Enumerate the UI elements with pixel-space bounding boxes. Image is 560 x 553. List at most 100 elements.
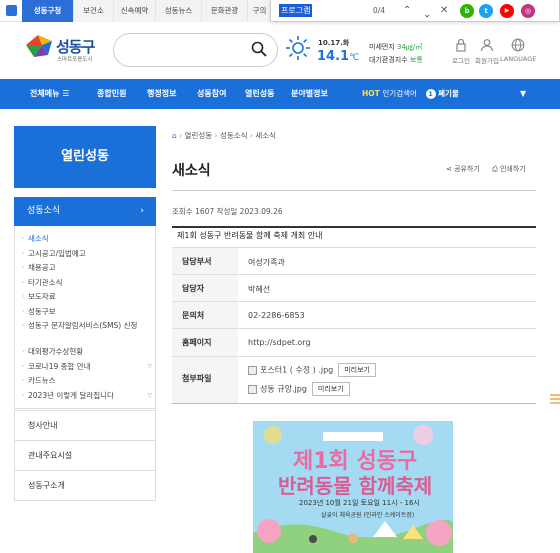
tab-label: 보건소 — [83, 6, 104, 15]
sidebar-item-recruit[interactable]: · 채용공고 — [22, 263, 56, 273]
logo-slogan: 스마트포용도시 — [57, 57, 93, 63]
info-row-manager: 담당자 박혜선 — [172, 275, 536, 302]
language-link[interactable]: LANGUAGE — [500, 55, 536, 63]
sidebar-item-covid[interactable]: · 코로나19 종합 안내 ▽ — [22, 362, 152, 372]
tab-seongdong-gu[interactable]: 성동구청 — [22, 0, 74, 22]
page-title: 새소식 — [172, 163, 211, 179]
sidebar-item-other-agency[interactable]: · 타기관소식 — [22, 278, 63, 288]
home-icon[interactable]: ⌂ — [172, 131, 177, 140]
print-button[interactable]: ⎙ 인쇄하기 — [492, 165, 526, 173]
hot-keywords-toggle-icon[interactable]: ▼ — [520, 79, 526, 109]
sidebar-section-news[interactable]: 성동소식 › — [14, 197, 156, 226]
row-label: 첨부파일 — [172, 357, 238, 403]
nav-item-participation[interactable]: 성동참여 — [197, 79, 226, 109]
divider — [172, 226, 536, 228]
lock-icon[interactable] — [454, 38, 468, 52]
attachment-link[interactable]: 성동 규앙.jpg — [260, 385, 307, 394]
attachment-link[interactable]: 포스터1 ( 수정 ) .jpg — [260, 366, 333, 375]
sidebar-item-press[interactable]: · 보도자료 — [22, 292, 56, 302]
sidebar-item-notices[interactable]: · 고시공고/입법예고 — [22, 249, 86, 259]
find-count: 0/4 — [373, 6, 386, 15]
globe-icon[interactable] — [511, 38, 525, 52]
tab-quick-reservation[interactable]: 신속예약 — [114, 0, 156, 22]
row-label: 담당부서 — [172, 248, 238, 274]
login-link[interactable]: 로그인 — [447, 55, 475, 65]
tab-health-center[interactable]: 보건소 — [74, 0, 114, 22]
share-button[interactable]: ⋖ 공유하기 — [446, 165, 480, 173]
scroll-handle-icon[interactable] — [550, 392, 560, 406]
image-file-icon — [248, 384, 257, 394]
nav-item-open-seongdong[interactable]: 열린성동 — [245, 79, 274, 109]
sidebar-item-gazette[interactable]: · 성동구보 — [22, 307, 56, 317]
row-value: 02-2286-6853 — [248, 311, 305, 320]
sidebar-title: 열린성동 — [14, 126, 156, 188]
sidebar-menu-office-guide[interactable]: 청사안내 — [14, 410, 156, 441]
home-logo-icon[interactable] — [6, 5, 17, 16]
find-query[interactable]: 프로그램 — [279, 4, 313, 17]
info-row-attachments: 첨부파일 포스터1 ( 수정 ) .jpg 미리보기 성동 규앙.jpg 미리보기 — [172, 357, 536, 404]
post-meta: 조회수 1607 작성일 2023.09.26 — [172, 207, 283, 216]
hamburger-icon: ☰ — [62, 89, 70, 98]
air-quality: 미세먼지 34㎍/㎥ 대기환경지수 보통 — [369, 43, 423, 64]
instagram-icon[interactable]: ◎ — [521, 4, 535, 18]
tab-council[interactable]: 구의 — [248, 0, 272, 22]
tab-news[interactable]: 성동뉴스 — [156, 0, 202, 22]
main-nav: 전체메뉴 ☰ 종합민원 행정정보 성동참여 열린성동 분야별정보 HOT 인기검… — [0, 79, 560, 109]
nav-item-field-info[interactable]: 분야별정보 — [291, 79, 328, 109]
sidebar-menu-about[interactable]: 성동구소개 — [14, 470, 156, 501]
breadcrumb-item[interactable]: 열린성동 — [185, 131, 213, 140]
find-prev-icon[interactable]: ⌃ — [403, 0, 411, 22]
poster-title-2: 반려동물 함께축제 — [278, 474, 433, 498]
nav-item-civil-service[interactable]: 종합민원 — [97, 79, 126, 109]
sidebar-submenu: · 새소식 · 고시공고/입법예고 · 채용공고 · 타기관소식 · 보도자료 · 성동구보… — [14, 226, 156, 409]
homepage-link[interactable]: http://sdpet.org — [248, 338, 311, 347]
info-row-contact: 문의처 02-2286-6853 — [172, 302, 536, 329]
sidebar-item-2023-changes[interactable]: · 2023년 이렇게 달라집니다 ▽ — [22, 391, 152, 401]
twitter-icon[interactable]: t — [479, 4, 493, 18]
page-tools: ⋖ 공유하기 ⎙ 인쇄하기 — [446, 164, 526, 174]
chevron-right-icon: › — [140, 206, 144, 216]
divider — [172, 190, 536, 191]
tab-culture-tour[interactable]: 문화관광 — [202, 0, 248, 22]
preview-button[interactable]: 미리보기 — [311, 382, 350, 396]
seongdong-logo-icon[interactable] — [24, 33, 54, 59]
youtube-icon[interactable]: ▶ — [500, 4, 514, 18]
logo-text[interactable]: 성동구 — [56, 36, 95, 57]
info-row-department: 담당부서 여성가족과 — [172, 248, 536, 275]
tab-label: 성동뉴스 — [164, 6, 193, 15]
weather-temp: 14.1℃ — [317, 49, 360, 64]
row-value: 박혜선 — [248, 285, 271, 294]
chevron-down-icon: ▽ — [147, 363, 152, 370]
attachment-item: 성동 규앙.jpg 미리보기 — [248, 382, 350, 396]
row-label: 문의처 — [172, 302, 238, 328]
signup-link[interactable]: 회원가입 — [472, 55, 502, 65]
tab-label: 성동구청 — [33, 6, 62, 15]
poster-date: 2023년 10월 21일 토요일 11시 - 16시 — [299, 499, 420, 507]
preview-button[interactable]: 미리보기 — [338, 363, 376, 377]
blog-icon[interactable]: b — [460, 4, 474, 18]
find-close-icon[interactable]: ✕ — [440, 0, 448, 22]
info-row-homepage: 홈페이지 http://sdpet.org — [172, 329, 536, 357]
breadcrumb: ⌂ › 열린성동 › 성동소식 › 새소식 — [172, 131, 277, 140]
hot-keywords[interactable]: HOT 인기검색어 1 폐기물 — [362, 79, 459, 109]
row-label: 홈페이지 — [172, 329, 238, 356]
sidebar-item-card-news[interactable]: · 카드뉴스 — [22, 376, 56, 386]
tab-label: 문화관광 — [210, 6, 239, 15]
sidebar-item-sms[interactable]: · 성동구 문자알림서비스(SMS) 신청 — [22, 321, 140, 331]
breadcrumb-item[interactable]: 새소식 — [255, 131, 276, 140]
weather-date: 10.17.화 — [318, 39, 350, 47]
sidebar-item-awards[interactable]: · 대외평가수상현황 — [22, 347, 83, 357]
sidebar-menu-facilities[interactable]: 관내주요시설 — [14, 440, 156, 471]
find-next-icon[interactable]: ⌃ — [423, 1, 431, 23]
row-label: 담당자 — [172, 275, 238, 301]
tab-label: 신속예약 — [120, 6, 149, 15]
user-icon[interactable] — [480, 38, 494, 52]
breadcrumb-item[interactable]: 성동소식 — [220, 131, 248, 140]
all-menu-button[interactable]: 전체메뉴 ☰ — [30, 79, 69, 109]
sidebar-item-new-news[interactable]: · 새소식 — [22, 234, 49, 244]
search-icon[interactable] — [251, 41, 267, 57]
nav-item-administration[interactable]: 행정정보 — [147, 79, 176, 109]
row-value: 여성가족과 — [248, 258, 285, 267]
event-poster-image: 제1회 성동구 반려동물 함께축제 2023년 10월 21일 토요일 11시 … — [253, 421, 453, 553]
tab-label: 구의 — [252, 6, 267, 15]
